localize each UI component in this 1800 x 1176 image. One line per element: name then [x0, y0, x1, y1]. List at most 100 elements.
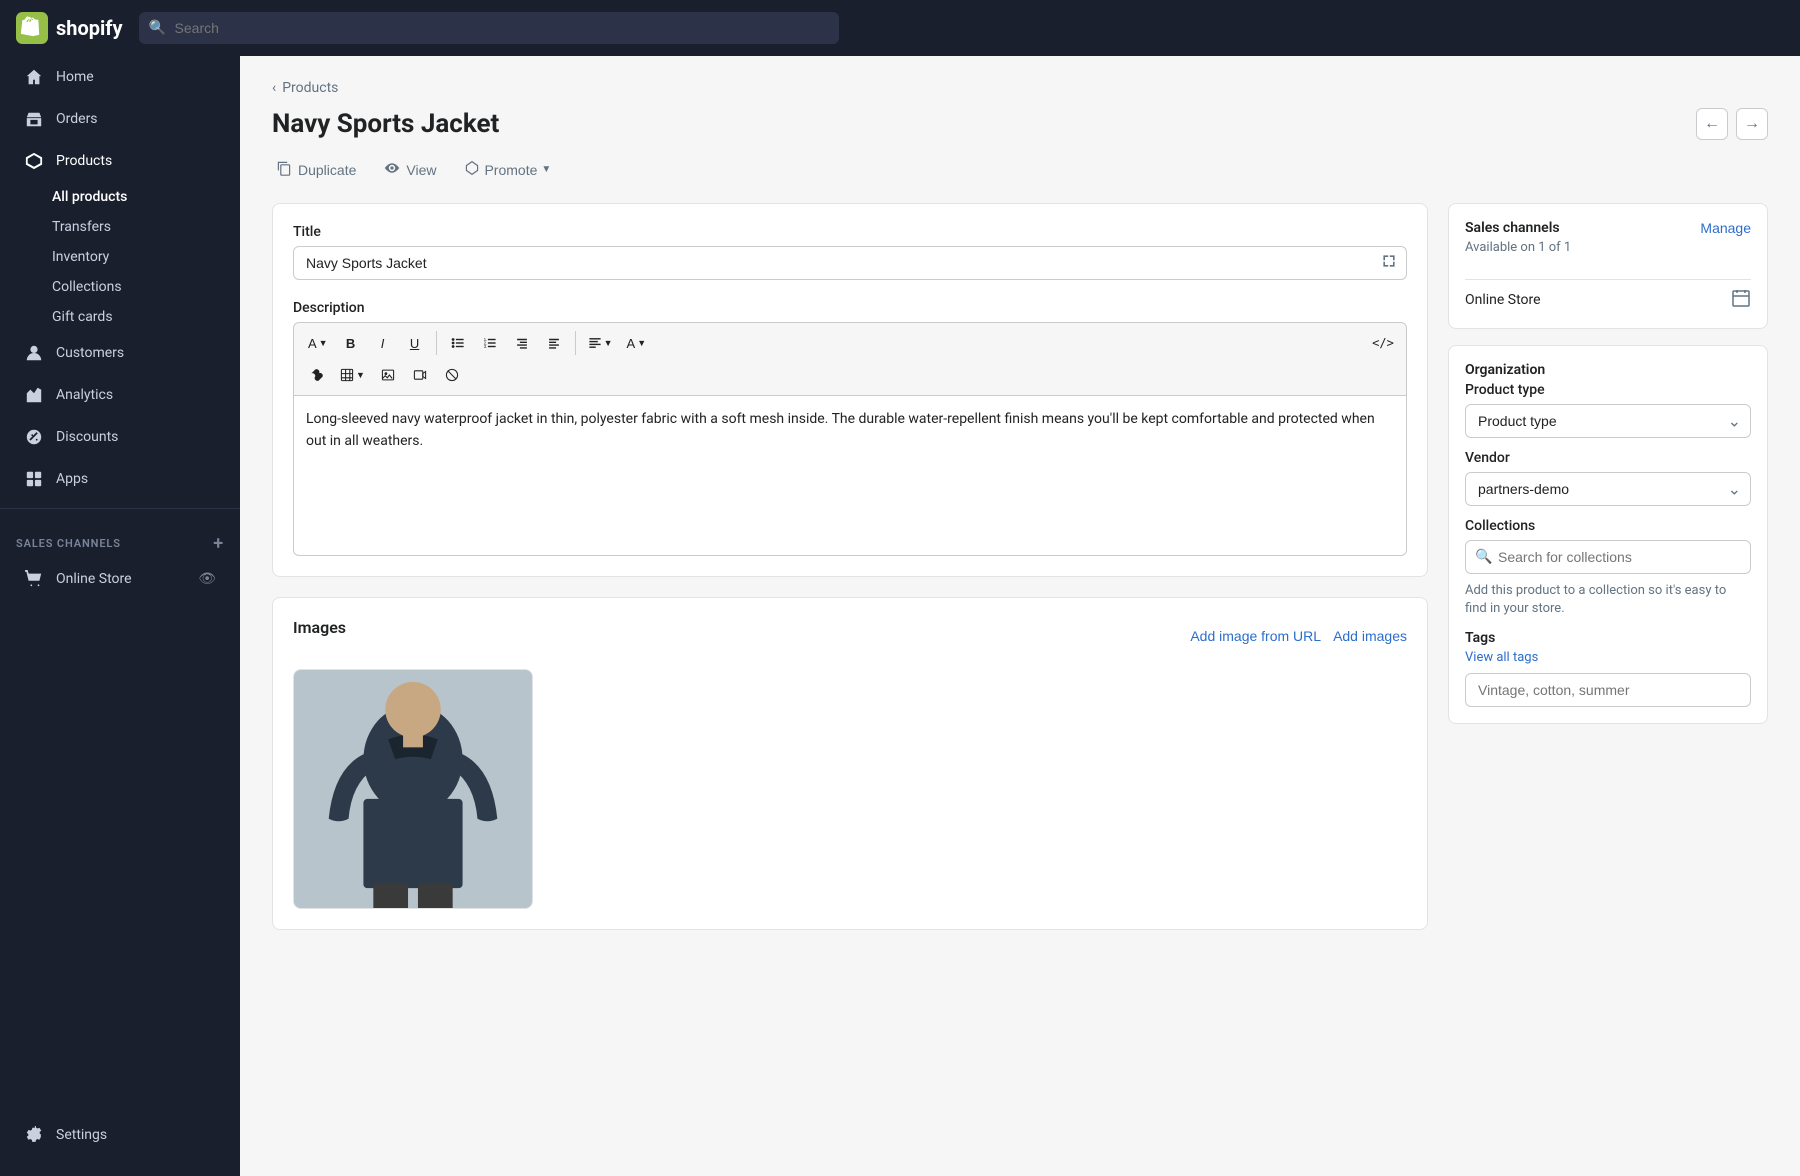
vendor-select[interactable]: partners-demo: [1465, 472, 1751, 506]
rte-image-btn[interactable]: [373, 361, 403, 389]
add-image-url-button[interactable]: Add image from URL: [1190, 628, 1321, 644]
vendor-section: Vendor partners-demo: [1465, 450, 1751, 506]
images-title: Images: [293, 618, 346, 637]
sidebar-item-customers[interactable]: Customers: [8, 333, 232, 373]
sidebar: Home Orders Products All products Transf…: [0, 56, 240, 1176]
rte-video-btn[interactable]: [405, 361, 435, 389]
promote-icon: [464, 160, 480, 179]
tags-input[interactable]: [1465, 673, 1751, 707]
add-channel-icon[interactable]: +: [213, 533, 224, 554]
breadcrumb-label: Products: [282, 80, 338, 96]
organization-card: Organization Product type Product type V…: [1448, 345, 1768, 724]
vendor-label: Vendor: [1465, 450, 1751, 466]
topbar: shopify 🔍: [0, 0, 1800, 56]
promote-chevron-icon: ▼: [541, 164, 551, 175]
promote-label: Promote: [484, 162, 537, 178]
sidebar-item-collections[interactable]: Collections: [44, 273, 240, 301]
rte-toolbar: A ▼ B I U 1.2.3.: [293, 322, 1407, 396]
rte-block-btn[interactable]: [437, 361, 467, 389]
duplicate-button[interactable]: Duplicate: [272, 156, 360, 183]
search-bar[interactable]: 🔍: [139, 12, 839, 44]
sidebar-item-online-store[interactable]: Online Store 👁: [8, 559, 232, 599]
rte-text-color-btn[interactable]: A ▼: [621, 329, 653, 357]
rte-italic-btn[interactable]: I: [368, 329, 398, 357]
manage-channels-button[interactable]: Manage: [1700, 220, 1751, 236]
logo[interactable]: shopify: [16, 12, 123, 44]
add-images-button[interactable]: Add images: [1333, 628, 1407, 644]
rte-link-btn[interactable]: [302, 361, 332, 389]
rte-toolbar-row2: ▼: [302, 361, 1398, 389]
sidebar-item-transfers[interactable]: Transfers: [44, 213, 240, 241]
images-actions: Add image from URL Add images: [1190, 628, 1407, 644]
rte-indent-left-btn[interactable]: [507, 329, 537, 357]
products-icon: [24, 151, 44, 171]
channel-name: Online Store: [1465, 292, 1541, 308]
left-column: Title Description A ▼ B I: [272, 203, 1428, 950]
sales-channels-sub: Available on 1 of 1: [1465, 240, 1571, 255]
title-expand-icon: [1381, 253, 1397, 273]
page-title: Navy Sports Jacket: [272, 109, 499, 139]
tags-label: Tags: [1465, 630, 1751, 646]
view-button[interactable]: View: [380, 156, 440, 183]
sidebar-item-products[interactable]: Products: [8, 141, 232, 181]
online-store-settings-icon[interactable]: 👁: [198, 571, 216, 587]
orders-icon: [24, 109, 44, 129]
sidebar-item-discounts[interactable]: Discounts: [8, 417, 232, 457]
rte-format-btn[interactable]: A ▼: [302, 329, 334, 357]
title-input[interactable]: [293, 246, 1407, 280]
content-grid: Title Description A ▼ B I: [272, 203, 1768, 950]
breadcrumb-arrow: ‹: [272, 80, 276, 96]
title-input-wrapper: [293, 246, 1407, 280]
sales-channels-section-label: SALES CHANNELS +: [0, 517, 240, 558]
product-image[interactable]: [293, 669, 533, 909]
sidebar-item-home[interactable]: Home: [8, 57, 232, 97]
breadcrumb[interactable]: ‹ Products: [272, 80, 1768, 96]
promote-button[interactable]: Promote ▼: [460, 156, 555, 183]
sidebar-item-orders[interactable]: Orders: [8, 99, 232, 139]
sidebar-item-inventory[interactable]: Inventory: [44, 243, 240, 271]
rte-unordered-list-btn[interactable]: [443, 329, 473, 357]
settings-icon: [24, 1125, 44, 1145]
sidebar-item-analytics[interactable]: Analytics: [8, 375, 232, 415]
collections-hint: Add this product to a collection so it's…: [1465, 582, 1751, 618]
rte-align-btn[interactable]: ▼: [582, 329, 619, 357]
rte-divider1: [436, 331, 437, 355]
sidebar-label-apps: Apps: [56, 471, 88, 487]
product-type-select[interactable]: Product type: [1465, 404, 1751, 438]
sidebar-item-apps[interactable]: Apps: [8, 459, 232, 499]
sidebar-label-discounts: Discounts: [56, 429, 118, 445]
main-content: ‹ Products Navy Sports Jacket ← → Duplic…: [240, 56, 1800, 1176]
sales-channels-title: Sales channels: [1465, 220, 1571, 236]
view-all-tags-link[interactable]: View all tags: [1465, 650, 1751, 665]
view-label: View: [406, 162, 436, 178]
rte-table-btn[interactable]: ▼: [334, 361, 371, 389]
collections-search-input[interactable]: [1465, 540, 1751, 574]
prev-product-button[interactable]: ←: [1696, 108, 1728, 140]
analytics-icon: [24, 385, 44, 405]
rte-code-btn[interactable]: </>: [1368, 329, 1398, 357]
duplicate-icon: [276, 160, 292, 179]
sidebar-label-orders: Orders: [56, 111, 98, 127]
rte-indent-right-btn[interactable]: [539, 329, 569, 357]
page-title-row: Navy Sports Jacket ← →: [272, 108, 1768, 140]
rte-ordered-list-btn[interactable]: 1.2.3.: [475, 329, 505, 357]
rte-content[interactable]: Long-sleeved navy waterproof jacket in t…: [293, 396, 1407, 556]
collections-section: Collections 🔍 Add this product to a coll…: [1465, 518, 1751, 618]
sidebar-item-gift-cards[interactable]: Gift cards: [44, 303, 240, 331]
title-description-card: Title Description A ▼ B I: [272, 203, 1428, 577]
search-input[interactable]: [139, 12, 839, 44]
sidebar-item-settings[interactable]: Settings: [8, 1115, 232, 1155]
rte-bold-btn[interactable]: B: [336, 329, 366, 357]
rte-underline-btn[interactable]: U: [400, 329, 430, 357]
rte-toolbar-row1: A ▼ B I U 1.2.3.: [302, 329, 1398, 357]
description-field-label: Description: [293, 300, 1407, 316]
next-product-button[interactable]: →: [1736, 108, 1768, 140]
images-card: Images Add image from URL Add images: [272, 597, 1428, 930]
channel-calendar-icon[interactable]: [1731, 288, 1751, 312]
sidebar-products-submenu: All products Transfers Inventory Collect…: [0, 182, 240, 332]
sidebar-item-all-products[interactable]: All products: [44, 183, 240, 211]
vendor-select-wrapper: partners-demo: [1465, 472, 1751, 506]
action-row: Duplicate View Promote ▼: [272, 156, 1768, 183]
customers-icon: [24, 343, 44, 363]
online-store-icon: [24, 569, 44, 589]
